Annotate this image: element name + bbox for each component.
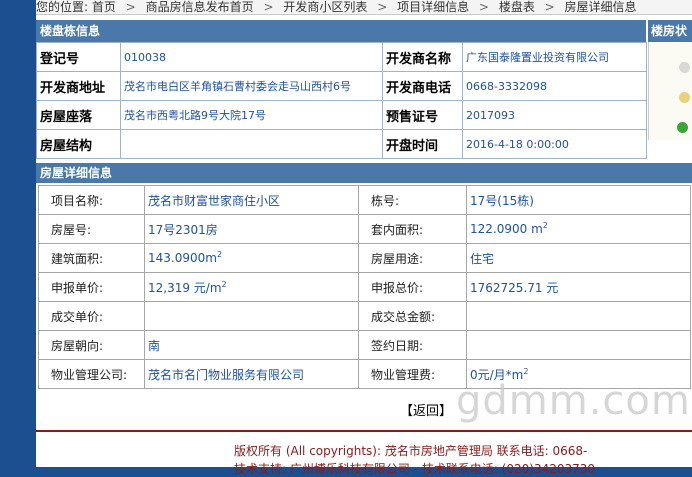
unit-price-value: 12,319 元/m2 <box>144 272 359 302</box>
table-row: 房屋结构 开盘时间 2016-4-18 0:00:00 <box>36 129 647 159</box>
orientation-label: 房屋朝向: <box>38 330 145 360</box>
build-area-value: 143.0900m2 <box>144 243 359 273</box>
status-dot-icon <box>677 122 688 133</box>
inner-area-value: 122.0900 m2 <box>466 214 691 244</box>
inner-area-text: 122.0900 m <box>470 222 543 236</box>
footer-tech-support: 技术支持: 广州博乐科技有限公司 - 技术联系电话: (020)34203730 <box>234 462 596 476</box>
pm-company-value: 茂名市名门物业服务有限公司 <box>144 359 359 389</box>
project-label: 项目名称: <box>38 185 145 215</box>
superscript-2: 2 <box>221 279 227 289</box>
building-info-table: 登记号 010038 开发商名称 广东国泰隆置业投资有限公司 开发商地址 茂名市… <box>36 42 647 159</box>
total-price-label: 申报总价: <box>358 272 467 302</box>
table-row: 成交单价: 成交总金额: <box>38 301 691 331</box>
table-row: 登记号 010038 开发商名称 广东国泰隆置业投资有限公司 <box>36 42 647 72</box>
pm-company-label: 物业管理公司: <box>38 359 145 389</box>
open-date-label: 开盘时间 <box>382 129 463 159</box>
total-price-value: 1762725.71 元 <box>466 272 691 302</box>
status-dot-icon <box>679 92 690 103</box>
breadcrumb-project[interactable]: 项目详细信息 <box>397 1 469 13</box>
open-date-value: 2016-4-18 0:00:00 <box>462 129 647 159</box>
breadcrumb-home[interactable]: 首页 <box>92 1 116 13</box>
watermark: gdmm.com <box>456 378 691 424</box>
presale-no-value: 2017093 <box>462 100 647 130</box>
breadcrumb-sep: > <box>544 0 555 14</box>
building-no-value: 17号(15栋) <box>466 185 691 215</box>
developer-phone-value: 0668-3332098 <box>462 71 647 101</box>
structure-value <box>120 129 383 159</box>
deal-total-label: 成交总金额: <box>358 301 467 331</box>
sign-date-label: 签约日期: <box>358 330 467 360</box>
project-value: 茂名市财富世家商住小区 <box>144 185 359 215</box>
table-row: 建筑面积: 143.0900m2 房屋用途: 住宅 <box>38 243 691 273</box>
reg-no-value: 010038 <box>120 42 383 72</box>
status-dot-icon <box>679 62 690 73</box>
building-section-header: 楼盘栋信息 <box>36 20 646 42</box>
deal-unit-value <box>144 301 359 331</box>
unit-price-label: 申报单价: <box>38 272 145 302</box>
location-label: 房屋座落 <box>36 100 121 130</box>
table-row: 房屋座落 茂名市西粤北路9号大院17号 预售证号 2017093 <box>36 100 647 130</box>
deal-total-value <box>466 301 691 331</box>
orientation-value: 南 <box>144 330 359 360</box>
location-value: 茂名市西粤北路9号大院17号 <box>120 100 383 130</box>
breadcrumb-current: 房屋详细信息 <box>564 0 637 14</box>
room-no-value: 17号2301房 <box>144 214 359 244</box>
developer-address-label: 开发商地址 <box>36 71 121 101</box>
table-row: 申报单价: 12,319 元/m2 申报总价: 1762725.71 元 <box>38 272 691 302</box>
inner-area-label: 套内面积: <box>358 214 467 244</box>
breadcrumb-developer-list[interactable]: 开发商小区列表 <box>283 1 367 13</box>
breadcrumb-sep: > <box>377 0 388 14</box>
superscript-2: 2 <box>523 366 529 376</box>
building-no-label: 栋号: <box>358 185 467 215</box>
breadcrumb-building-table[interactable]: 楼盘表 <box>499 1 535 13</box>
superscript-2: 2 <box>542 221 548 230</box>
pm-fee-label: 物业管理费: <box>358 359 467 389</box>
house-section-header: 房屋详细信息 <box>36 163 692 183</box>
footer: 版权所有 (All copyrights): 茂名市房地产管理局 联系电话: 0… <box>36 430 692 476</box>
developer-phone-label: 开发商电话 <box>382 71 463 101</box>
content-frame: 您的位置: 首页 > 商品房信息发布首页 > 开发商小区列表 > 项目详细信息 … <box>36 0 692 476</box>
status-legend-panel <box>648 42 692 140</box>
table-row: 开发商地址 茂名市电白区羊角镇石曹村委会走马山西村6号 开发商电话 0668-3… <box>36 71 647 101</box>
reg-no-label: 登记号 <box>36 42 121 72</box>
breadcrumb: 您的位置: 首页 > 商品房信息发布首页 > 开发商小区列表 > 项目详细信息 … <box>36 0 692 15</box>
build-area-text: 143.0900m <box>148 251 217 265</box>
usage-value: 住宅 <box>466 243 691 273</box>
footer-copyright: 版权所有 (All copyrights): 茂名市房地产管理局 联系电话: 0… <box>234 444 588 458</box>
table-row: 项目名称: 茂名市财富世家商住小区 栋号: 17号(15栋) <box>38 185 691 215</box>
structure-label: 房屋结构 <box>36 129 121 159</box>
deal-unit-label: 成交单价: <box>38 301 145 331</box>
presale-no-label: 预售证号 <box>382 100 463 130</box>
developer-address-value: 茂名市电白区羊角镇石曹村委会走马山西村6号 <box>120 71 383 101</box>
build-area-label: 建筑面积: <box>38 243 145 273</box>
breadcrumb-commodity[interactable]: 商品房信息发布首页 <box>146 1 254 13</box>
breadcrumb-sep: > <box>478 0 489 14</box>
side-panel-title: 楼房状 <box>648 20 692 42</box>
table-row: 房屋朝向: 南 签约日期: <box>38 330 691 360</box>
house-info-table: 项目名称: 茂名市财富世家商住小区 栋号: 17号(15栋) 房屋号: 17号2… <box>38 185 691 389</box>
sign-date-value <box>466 330 691 360</box>
breadcrumb-sep: > <box>125 0 136 14</box>
back-button[interactable]: 【返回】 <box>400 400 452 419</box>
room-no-label: 房屋号: <box>38 214 145 244</box>
unit-price-text: 12,319 元/m <box>148 280 222 295</box>
breadcrumb-prefix: 您的位置: <box>36 0 89 14</box>
developer-name-label: 开发商名称 <box>382 42 463 72</box>
table-row: 房屋号: 17号2301房 套内面积: 122.0900 m2 <box>38 214 691 244</box>
superscript-2: 2 <box>216 250 223 259</box>
usage-label: 房屋用途: <box>358 243 467 273</box>
breadcrumb-sep: > <box>263 0 274 14</box>
developer-name-value: 广东国泰隆置业投资有限公司 <box>462 42 647 72</box>
